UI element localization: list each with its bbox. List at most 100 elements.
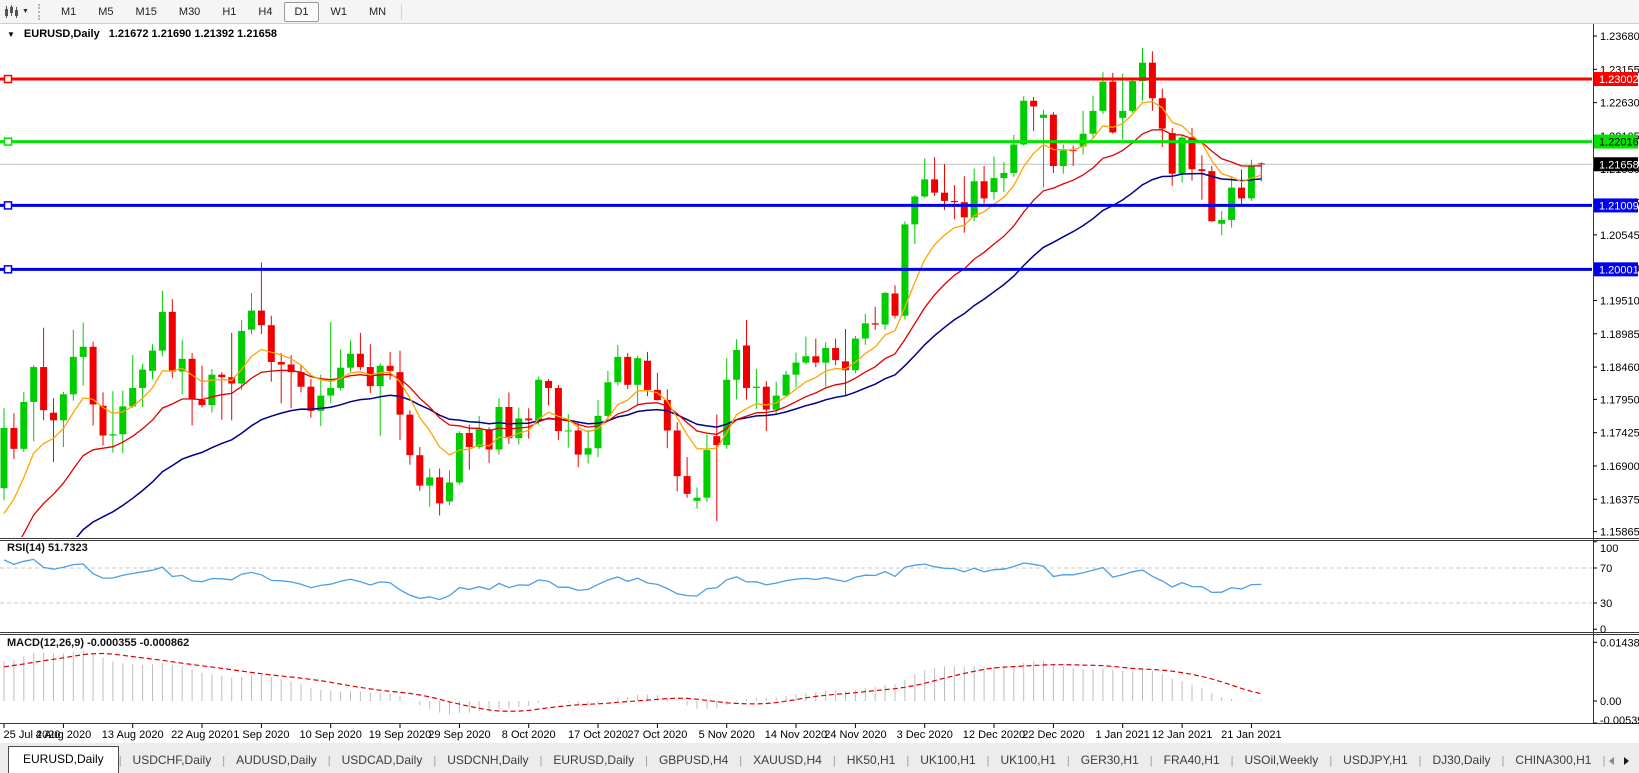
date-label: 12 Dec 2020	[963, 729, 1025, 741]
hline-handle[interactable]	[5, 76, 12, 83]
timeframe-button-m5[interactable]: M5	[88, 2, 123, 22]
price-badge-1.20001: 1.20001	[1594, 262, 1639, 276]
chart-canvas: 1.236801.231551.226301.221051.215801.210…	[0, 23, 1639, 741]
hline-handle[interactable]	[5, 266, 12, 273]
timeframe-button-mn[interactable]: MN	[359, 2, 396, 22]
chart-tab-eurusd-daily[interactable]: EURUSD,Daily	[542, 748, 645, 773]
chart-tab-hk50-h1[interactable]: HK50,H1	[836, 748, 907, 773]
price-tick-label: 1.15865	[1600, 527, 1639, 539]
date-label: 19 Sep 2020	[369, 729, 431, 741]
date-label: 24 Nov 2020	[824, 729, 886, 741]
date-label: 1 Sep 2020	[233, 729, 289, 741]
main-pane	[0, 48, 1593, 620]
candlestick-chart-icon	[4, 5, 19, 19]
price-tick-label: 1.17425	[1600, 428, 1639, 440]
collapse-arrow-icon[interactable]: ▼	[7, 30, 15, 39]
rsi-pane	[0, 559, 1593, 603]
chart-tab-usdjpy-h1[interactable]: USDJPY,H1	[1332, 748, 1418, 773]
timeframe-buttons: M1M5M15M30H1H4D1W1MN	[50, 2, 397, 22]
price-tick-label: 1.18985	[1600, 329, 1639, 341]
date-label: 14 Nov 2020	[765, 729, 827, 741]
mt4-window: ▼ M1M5M15M30H1H4D1W1MN 1.236801.231551.2…	[0, 0, 1639, 773]
hline-handle[interactable]	[5, 202, 12, 209]
macd-axis-label: -0.005396	[1600, 715, 1639, 727]
dropdown-caret-icon: ▼	[22, 8, 29, 15]
price-badge-1.21658: 1.21658	[1594, 157, 1639, 171]
timeframe-button-h4[interactable]: H4	[248, 2, 282, 22]
timeframe-toolbar: ▼ M1M5M15M30H1H4D1W1MN	[0, 0, 1639, 24]
chart-ohlc-values: 1.21672 1.21690 1.21392 1.21658	[109, 28, 277, 40]
rsi-indicator-label: RSI(14) 51.7323	[7, 542, 88, 554]
price-tick-label: 1.19510	[1600, 295, 1639, 307]
hline-handle[interactable]	[5, 138, 12, 145]
chart-tabs: EURUSD,Daily|USDCHF,Daily|AUDUSD,Daily|U…	[0, 745, 1605, 773]
date-axis: 25 Jul 20204 Aug 202013 Aug 202022 Aug 2…	[4, 724, 1282, 741]
date-label: 5 Nov 2020	[699, 729, 755, 741]
chart-tab-usdchf-daily[interactable]: USDCHF,Daily	[122, 748, 223, 773]
date-label: 1 Jan 2021	[1095, 729, 1149, 741]
price-tick-label: 1.16900	[1600, 461, 1639, 473]
toolbar-grip[interactable]	[38, 4, 45, 20]
svg-text:1.21009: 1.21009	[1599, 200, 1639, 212]
date-label: 27 Oct 2020	[627, 729, 687, 741]
tab-scroll-left-icon[interactable]	[1609, 757, 1614, 765]
chart-tab-uk100-h1[interactable]: UK100,H1	[990, 748, 1067, 773]
chart-tab-dj30-daily[interactable]: DJ30,Daily	[1422, 748, 1502, 773]
macd-indicator-label: MACD(12,26,9) -0.000355 -0.000862	[7, 637, 189, 649]
candles	[1, 48, 1265, 521]
price-tick-label: 1.17950	[1600, 394, 1639, 406]
chart-tab-eurusd-daily[interactable]: EURUSD,Daily	[8, 746, 119, 773]
timeframe-button-m30[interactable]: M30	[169, 2, 210, 22]
timeframe-button-d1[interactable]: D1	[284, 2, 318, 22]
chart-style-button[interactable]: ▼	[0, 0, 33, 23]
price-tick-label: 1.16375	[1600, 494, 1639, 506]
rsi-axis-label: 100	[1600, 543, 1618, 555]
macd-axis-label: 0.00	[1600, 696, 1621, 708]
chart-tab-ger30-h1[interactable]: GER30,H1	[1070, 748, 1150, 773]
rsi-axis-label: 0	[1600, 624, 1606, 636]
rsi-axis-label: 30	[1600, 598, 1612, 610]
svg-text:1.20001: 1.20001	[1599, 264, 1639, 276]
timeframe-button-h1[interactable]: H1	[212, 2, 246, 22]
chart-symbol-label: EURUSD,Daily	[24, 28, 100, 40]
tab-scroll-buttons	[1605, 757, 1639, 773]
price-tick-label: 1.23680	[1600, 31, 1639, 43]
rsi-line	[4, 559, 1261, 599]
chart-tab-china300-h1[interactable]: CHINA300,H1	[1504, 748, 1602, 773]
chart-title: ▼ EURUSD,Daily 1.21672 1.21690 1.21392 1…	[7, 28, 277, 40]
chart-tab-uk100-h1[interactable]: UK100,H1	[909, 748, 986, 773]
date-label: 3 Dec 2020	[897, 729, 953, 741]
date-label: 12 Jan 2021	[1152, 729, 1213, 741]
chart-tab-xauusd-h4[interactable]: XAUUSD,H4	[742, 748, 833, 773]
chart-tab-bar: EURUSD,Daily|USDCHF,Daily|AUDUSD,Daily|U…	[0, 741, 1639, 773]
date-label: 17 Oct 2020	[568, 729, 628, 741]
svg-text:1.22016: 1.22016	[1599, 137, 1639, 149]
chart-tab-usdcad-daily[interactable]: USDCAD,Daily	[331, 748, 434, 773]
date-label: 22 Aug 2020	[171, 729, 233, 741]
timeframe-button-m15[interactable]: M15	[126, 2, 167, 22]
date-label: 13 Aug 2020	[102, 729, 164, 741]
chart-tab-gbpusd-h4[interactable]: GBPUSD,H4	[648, 748, 739, 773]
chart-tab-audusd-daily[interactable]: AUDUSD,Daily	[225, 748, 328, 773]
ma-mid-line	[4, 130, 1261, 563]
price-badge-1.22016: 1.22016	[1594, 135, 1639, 149]
date-label: 10 Sep 2020	[300, 729, 362, 741]
tab-scroll-right-icon[interactable]	[1624, 757, 1629, 765]
chart-tab-usoil-weekly[interactable]: USOil,Weekly	[1234, 748, 1330, 773]
date-label: 4 Aug 2020	[36, 729, 92, 741]
svg-text:1.21658: 1.21658	[1599, 159, 1639, 171]
price-badge-1.23002: 1.23002	[1594, 72, 1639, 86]
macd-axis-label: 0.014384	[1600, 637, 1639, 649]
timeframe-button-w1[interactable]: W1	[321, 2, 358, 22]
chart-tab-usdcnh-daily[interactable]: USDCNH,Daily	[436, 748, 539, 773]
price-tick-label: 1.18460	[1600, 362, 1639, 374]
date-label: 22 Dec 2020	[1022, 729, 1084, 741]
date-label: 21 Jan 2021	[1221, 729, 1282, 741]
date-label: 8 Oct 2020	[502, 729, 556, 741]
price-tick-label: 1.20545	[1600, 230, 1639, 242]
toolbar-separator	[401, 4, 402, 20]
svg-text:1.23002: 1.23002	[1599, 74, 1639, 86]
price-tick-label: 1.22630	[1600, 98, 1639, 110]
chart-tab-fra40-h1[interactable]: FRA40,H1	[1153, 748, 1231, 773]
timeframe-button-m1[interactable]: M1	[51, 2, 86, 22]
